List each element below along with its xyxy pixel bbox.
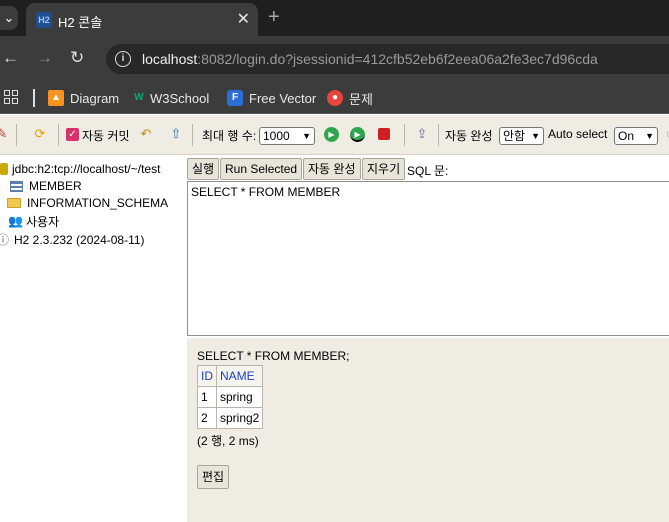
tree-item-label: MEMBER [29,179,82,193]
clear-button[interactable]: 지우기 [362,158,406,180]
tree-connection[interactable]: jdbc:h2:tcp://localhost/~/test [0,160,160,178]
result-sql: SELECT * FROM MEMBER; [197,349,350,363]
run-selected-button[interactable]: Run Selected [220,158,303,180]
table-row: 2 spring2 [197,407,264,429]
tree-item-information-schema[interactable]: INFORMATION_SCHEMA [0,194,168,212]
table-header-row: ID NAME [197,365,264,387]
chevron-down-icon: ▼ [645,131,654,141]
freevector-icon: F [227,90,243,106]
run-button[interactable]: 실행 [187,158,220,180]
edit-button[interactable]: 편집 [197,465,230,489]
chevron-down-icon: ▼ [531,131,540,141]
run-icon[interactable]: ▶ [324,127,339,142]
sql-statement-label: SQL 문: [407,164,449,178]
column-header-id[interactable]: ID [197,365,217,387]
back-arrow-icon[interactable]: ← [2,49,19,67]
tab-title: H2 콘솔 [58,15,103,30]
toolbar-divider [404,124,405,146]
toolbar-divider [16,124,17,146]
tree-item-users[interactable]: 👥 사용자 [0,212,59,230]
cell-name: spring2 [215,407,264,429]
bookmark-label: Free Vector [249,90,317,106]
toolbar-divider [58,124,59,146]
problem-icon: ● [327,90,343,106]
bookmarks-bar: ▲ Diagram W W3School F Free Vector ● 문제 [0,82,669,114]
h2-favicon-icon: H2 [36,12,52,28]
browser-nav-bar: ← → ↻ i localhost:8082/login.do?jsession… [0,36,669,82]
sql-editor[interactable]: SELECT * FROM MEMBER [187,181,669,336]
auto-select-label: Auto select [548,127,608,141]
browser-tab-active[interactable]: H2 H2 콘솔 ✕ [26,3,258,36]
tab-search-chevron-icon[interactable]: ⌄ [0,6,18,30]
w3school-icon: W [134,92,144,103]
cell-name: spring [215,386,264,408]
bookmark-w3school[interactable]: W W3School [132,89,209,107]
help-icon[interactable]: ◌ [662,126,669,142]
auto-select-value: On [618,129,635,143]
result-summary: (2 행, 2 ms) [197,434,259,448]
info-icon: ⓘ [0,233,9,247]
url-host: localhost [142,51,198,67]
result-table: ID NAME 1 spring 2 spring2 [197,365,264,429]
bookmarks-divider [33,89,35,107]
bookmark-problem[interactable]: ● 문제 [327,89,373,107]
diagram-icon: ▲ [48,90,64,106]
new-tab-plus-icon[interactable]: + [268,6,280,28]
result-panel: SELECT * FROM MEMBER; ID NAME 1 spring 2… [187,338,669,522]
auto-complete-select[interactable]: 안함 ▼ [499,127,544,145]
sql-text: SELECT * FROM MEMBER [191,185,341,199]
max-rows-label: 최대 행 수: [202,129,257,143]
table-icon [10,180,23,192]
commit-icon[interactable]: ⇧ [168,126,184,142]
cell-id: 1 [197,386,217,408]
tree-item-label: 사용자 [26,214,60,229]
cell-id: 2 [197,407,217,429]
forward-arrow-icon[interactable]: → [36,49,53,67]
folder-icon [7,198,21,208]
toolbar-divider [192,124,193,146]
bookmark-label: Diagram [70,90,120,106]
query-toolbar: 실행 Run Selected 자동 완성 지우기 SQL 문: [187,156,669,181]
h2-toolbar: ✎ ⟳ ✓ 자동 커밋 ↶ ⇧ 최대 행 수: 1000 ▼ ▶ ▶ ⇪ 자동 완… [0,115,669,155]
auto-select-select[interactable]: On ▼ [614,127,658,145]
bookmark-diagram[interactable]: ▲ Diagram [48,89,119,107]
max-rows-select[interactable]: 1000 ▼ [259,127,315,145]
tree-version: ⓘ H2 2.3.232 (2024-08-11) [0,231,145,249]
address-bar[interactable]: i localhost:8082/login.do?jsessionid=412… [106,44,669,74]
site-info-icon[interactable]: i [115,51,131,67]
toolbar-divider [438,124,439,146]
apps-grid-icon[interactable] [4,90,18,104]
h2-version: H2 2.3.232 (2024-08-11) [14,233,145,247]
auto-complete-button[interactable]: 자동 완성 [303,158,361,180]
auto-commit-label: 자동 커밋 [82,129,130,143]
column-header-name[interactable]: NAME [215,365,264,387]
tree-item-label: INFORMATION_SCHEMA [27,196,169,210]
refresh-icon[interactable]: ⟳ [32,126,48,142]
rollback-icon[interactable]: ↶ [138,126,154,142]
auto-commit-checkbox[interactable]: ✓ [66,128,79,141]
connection-url: jdbc:h2:tcp://localhost/~/test [12,162,161,176]
max-rows-value: 1000 [263,129,290,143]
bookmark-label: W3School [150,90,210,106]
users-icon: 👥 [8,214,23,228]
bookmark-free-vector[interactable]: F Free Vector [227,89,316,107]
reload-icon[interactable]: ↻ [70,49,84,67]
database-icon [0,163,8,175]
bookmark-label: 문제 [349,91,373,107]
schema-tree: jdbc:h2:tcp://localhost/~/test MEMBER IN… [0,156,185,522]
browser-tab-strip: ⌄ H2 H2 콘솔 ✕ + [0,0,669,36]
url-path: :8082/login.do?jsessionid=412cfb52eb6f2e… [197,51,598,67]
url-text[interactable]: localhost:8082/login.do?jsessionid=412cf… [142,51,598,67]
history-icon[interactable]: ⇪ [414,126,430,142]
table-row: 1 spring [197,386,264,408]
stop-icon[interactable] [378,128,390,140]
chevron-down-icon: ▼ [302,131,311,141]
auto-complete-label: 자동 완성 [445,129,493,143]
close-tab-icon[interactable]: ✕ [237,9,250,29]
run-selected-icon[interactable]: ▶ [350,127,365,142]
auto-complete-value: 안함 [503,129,526,143]
disconnect-icon[interactable]: ✎ [0,126,10,142]
tree-item-member[interactable]: MEMBER [0,177,82,195]
